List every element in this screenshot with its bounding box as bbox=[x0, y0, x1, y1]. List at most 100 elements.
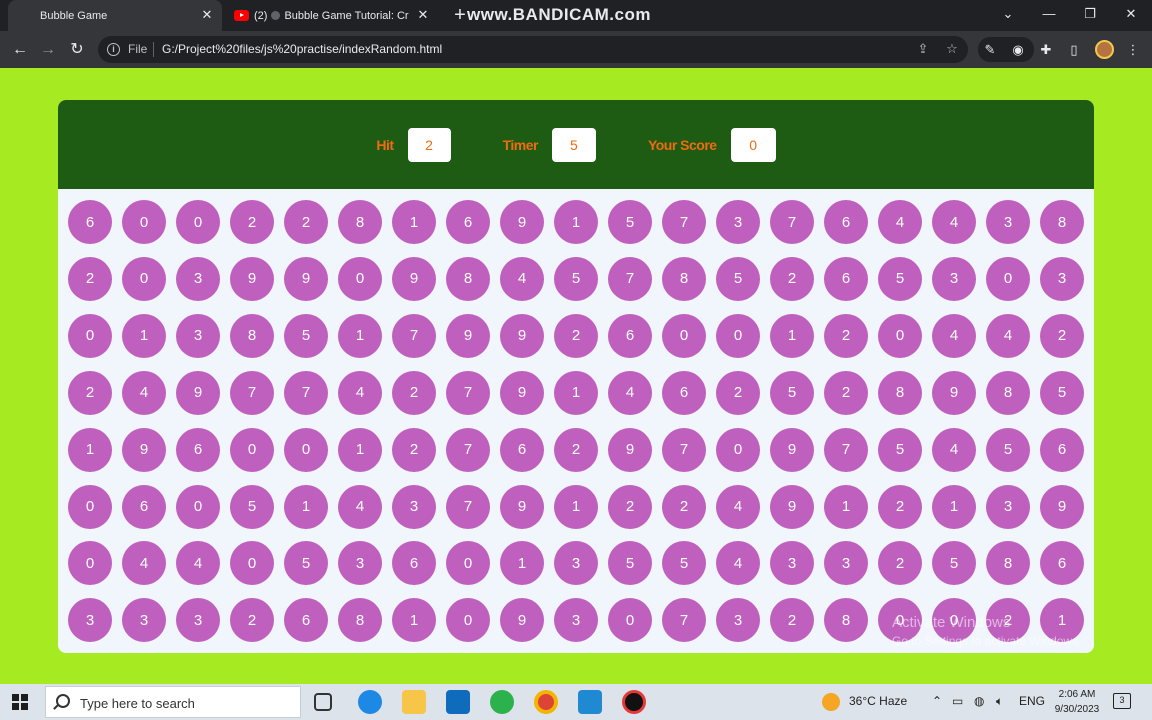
bubble[interactable]: 0 bbox=[230, 427, 274, 472]
bubble[interactable]: 0 bbox=[68, 313, 112, 358]
bubble[interactable]: 0 bbox=[716, 313, 760, 358]
bubble[interactable]: 0 bbox=[338, 256, 382, 301]
tab-bubble-game-tutorial[interactable]: (2) Bubble Game Tutorial: Cr ✕ bbox=[228, 0, 438, 31]
bubble[interactable]: 3 bbox=[122, 598, 166, 643]
bubble[interactable]: 5 bbox=[932, 541, 976, 586]
profile-avatar[interactable] bbox=[1095, 40, 1114, 59]
bubble[interactable]: 0 bbox=[284, 427, 328, 472]
tray-chevron-up-icon[interactable]: ⌃ bbox=[932, 694, 942, 708]
vscode-icon[interactable] bbox=[578, 690, 602, 714]
minimize-icon[interactable]: — bbox=[1037, 4, 1061, 24]
bubble[interactable]: 1 bbox=[932, 484, 976, 529]
bubble[interactable]: 5 bbox=[608, 541, 652, 586]
bubble[interactable]: 3 bbox=[392, 484, 436, 529]
bubble[interactable]: 1 bbox=[824, 484, 868, 529]
bubble[interactable]: 6 bbox=[824, 200, 868, 244]
bubble[interactable]: 1 bbox=[122, 313, 166, 358]
taskbar-search-box[interactable]: Type here to search bbox=[45, 686, 301, 718]
bubble[interactable]: 2 bbox=[230, 200, 274, 244]
bubble[interactable]: 3 bbox=[932, 256, 976, 301]
bubble[interactable]: 8 bbox=[824, 598, 868, 643]
bubble[interactable]: 1 bbox=[68, 427, 112, 472]
bubble[interactable]: 6 bbox=[68, 200, 112, 244]
bubble[interactable]: 3 bbox=[824, 541, 868, 586]
bubble[interactable]: 1 bbox=[392, 598, 436, 643]
bubble[interactable]: 2 bbox=[1040, 313, 1084, 358]
bubble[interactable]: 4 bbox=[338, 484, 382, 529]
address-bar[interactable]: i File G:/Project%20files/js%20practise/… bbox=[98, 36, 968, 63]
bubble[interactable]: 1 bbox=[284, 484, 328, 529]
tab-close-icon[interactable]: ✕ bbox=[416, 8, 430, 22]
bubble[interactable]: 5 bbox=[554, 256, 598, 301]
bubble[interactable]: 2 bbox=[230, 598, 274, 643]
bubble[interactable]: 1 bbox=[770, 313, 814, 358]
camera-extension-icon[interactable]: ◉ bbox=[1008, 40, 1028, 60]
share-icon[interactable]: ⇪ bbox=[914, 40, 932, 58]
bubble[interactable]: 7 bbox=[446, 484, 490, 529]
bubble[interactable]: 2 bbox=[770, 598, 814, 643]
bubble[interactable]: 4 bbox=[338, 370, 382, 415]
bubble[interactable]: 0 bbox=[122, 256, 166, 301]
bubble[interactable]: 1 bbox=[392, 200, 436, 244]
bubble[interactable]: 9 bbox=[500, 370, 544, 415]
bubble[interactable]: 2 bbox=[392, 370, 436, 415]
bubble[interactable]: 4 bbox=[122, 370, 166, 415]
bubble[interactable]: 6 bbox=[500, 427, 544, 472]
bubble[interactable]: 1 bbox=[338, 427, 382, 472]
bubble[interactable]: 0 bbox=[878, 313, 922, 358]
bubble[interactable]: 9 bbox=[770, 484, 814, 529]
language-indicator[interactable]: ENG bbox=[1019, 694, 1045, 708]
bubble[interactable]: 7 bbox=[662, 598, 706, 643]
bubble[interactable]: 2 bbox=[608, 484, 652, 529]
bubble[interactable]: 0 bbox=[446, 541, 490, 586]
bandicam-icon[interactable] bbox=[622, 690, 646, 714]
bubble[interactable]: 7 bbox=[446, 370, 490, 415]
bubble[interactable]: 6 bbox=[392, 541, 436, 586]
bubble[interactable]: 4 bbox=[716, 484, 760, 529]
bubble[interactable]: 8 bbox=[446, 256, 490, 301]
bubble[interactable]: 5 bbox=[230, 484, 274, 529]
bubble[interactable]: 4 bbox=[716, 541, 760, 586]
bubble[interactable]: 6 bbox=[608, 313, 652, 358]
speaker-icon[interactable]: 🔈︎ bbox=[996, 694, 1003, 709]
bubble[interactable]: 2 bbox=[824, 313, 868, 358]
bubble[interactable]: 3 bbox=[68, 598, 112, 643]
bubble[interactable]: 8 bbox=[878, 370, 922, 415]
bubble[interactable]: 3 bbox=[986, 484, 1030, 529]
bubble[interactable]: 4 bbox=[986, 313, 1030, 358]
pen-extension-icon[interactable]: ✎ bbox=[980, 40, 1000, 60]
bubble[interactable]: 8 bbox=[1040, 200, 1084, 244]
bubble[interactable]: 0 bbox=[230, 541, 274, 586]
edge-browser-icon[interactable] bbox=[358, 690, 382, 714]
bubble[interactable]: 6 bbox=[284, 598, 328, 643]
bubble[interactable]: 9 bbox=[932, 370, 976, 415]
bubble[interactable]: 8 bbox=[986, 541, 1030, 586]
bubble[interactable]: 2 bbox=[824, 370, 868, 415]
bubble[interactable]: 5 bbox=[770, 370, 814, 415]
bubble[interactable]: 9 bbox=[446, 313, 490, 358]
bubble[interactable]: 0 bbox=[122, 200, 166, 244]
bubble[interactable]: 0 bbox=[176, 484, 220, 529]
bubble[interactable]: 2 bbox=[716, 370, 760, 415]
bubble[interactable]: 8 bbox=[230, 313, 274, 358]
close-window-icon[interactable]: ✕ bbox=[1119, 4, 1143, 24]
back-arrow-icon[interactable]: ← bbox=[8, 38, 32, 62]
bubble[interactable]: 9 bbox=[392, 256, 436, 301]
windows-start-icon[interactable] bbox=[12, 694, 28, 710]
side-panel-icon[interactable]: ▯ bbox=[1064, 40, 1084, 60]
bubble[interactable]: 8 bbox=[986, 370, 1030, 415]
restore-icon[interactable]: ❐ bbox=[1078, 4, 1102, 24]
bubble[interactable]: 2 bbox=[284, 200, 328, 244]
bubble[interactable]: 3 bbox=[716, 598, 760, 643]
bubble[interactable]: 9 bbox=[122, 427, 166, 472]
bubble[interactable]: 4 bbox=[932, 200, 976, 244]
bubble[interactable]: 1 bbox=[554, 484, 598, 529]
bubble[interactable]: 9 bbox=[1040, 484, 1084, 529]
bubble[interactable]: 7 bbox=[230, 370, 274, 415]
bubble[interactable]: 2 bbox=[554, 427, 598, 472]
bubble[interactable]: 2 bbox=[68, 370, 112, 415]
file-explorer-icon[interactable] bbox=[402, 690, 426, 714]
bubble[interactable]: 3 bbox=[716, 200, 760, 244]
tab-close-icon[interactable]: ✕ bbox=[200, 8, 214, 22]
bubble[interactable]: 3 bbox=[176, 313, 220, 358]
